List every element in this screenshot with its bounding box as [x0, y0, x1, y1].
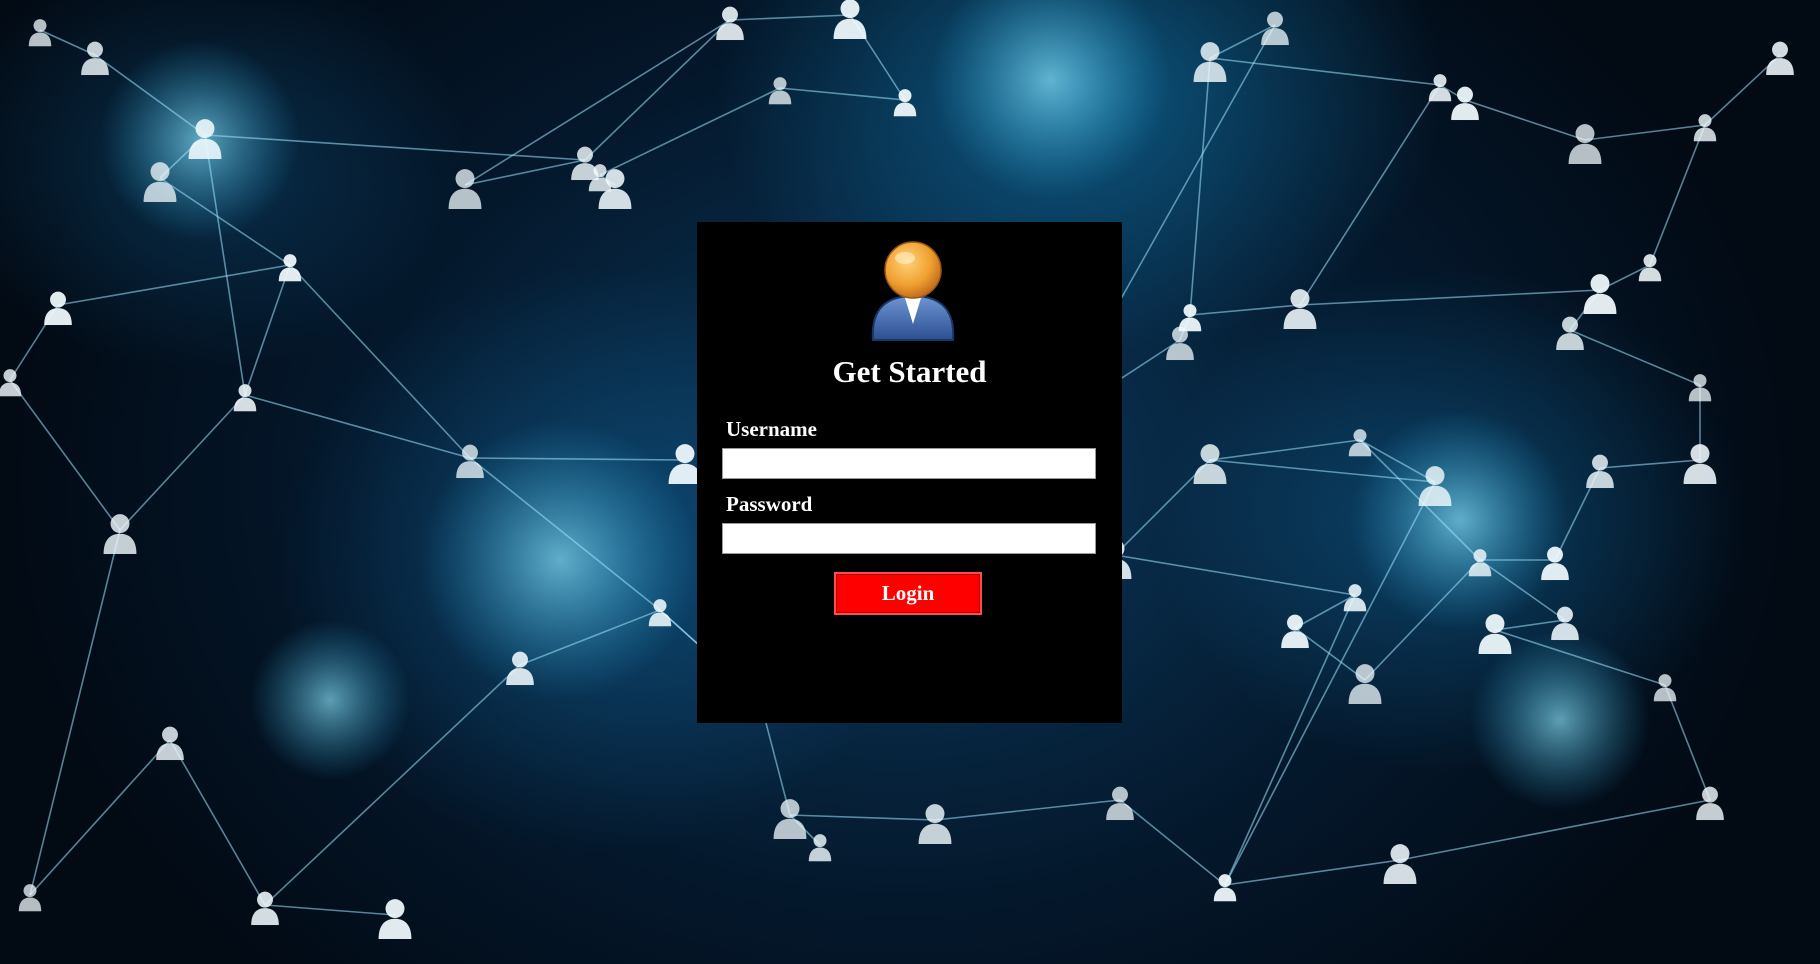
- person-node-icon: [1638, 254, 1662, 282]
- network-link: [244, 264, 291, 396]
- person-node-icon: [893, 89, 917, 117]
- network-glow: [1470, 630, 1650, 810]
- network-link: [1114, 554, 1356, 596]
- network-link: [464, 19, 731, 186]
- person-node-icon: [44, 291, 72, 326]
- network-link: [1299, 289, 1601, 306]
- network-link: [1209, 439, 1361, 461]
- network-link: [789, 814, 936, 821]
- network-link: [934, 799, 1121, 821]
- person-node-icon: [81, 41, 109, 76]
- password-label: Password: [726, 492, 813, 516]
- person-node-icon: [1383, 844, 1417, 884]
- person-node-icon: [1428, 74, 1452, 102]
- person-node-icon: [1683, 444, 1717, 484]
- username-label: Username: [726, 417, 817, 441]
- person-node-icon: [278, 254, 302, 282]
- network-glow: [420, 420, 700, 700]
- network-link: [464, 159, 586, 186]
- person-node-icon: [1348, 664, 1382, 704]
- person-node-icon: [18, 884, 42, 912]
- network-link: [584, 19, 731, 161]
- network-link: [1294, 594, 1356, 629]
- network-link: [29, 739, 171, 896]
- person-node-icon: [1766, 41, 1794, 76]
- person-node-icon: [448, 169, 482, 209]
- person-node-icon: [1193, 444, 1227, 484]
- person-node-icon: [833, 0, 867, 39]
- network-link: [1119, 799, 1226, 886]
- person-node-icon: [768, 77, 792, 105]
- network-link: [264, 904, 396, 916]
- login-button[interactable]: Login: [834, 572, 982, 615]
- network-link: [1649, 124, 1706, 266]
- person-node-icon: [0, 369, 22, 397]
- network-link: [599, 87, 781, 176]
- network-link: [1569, 329, 1701, 386]
- network-link: [729, 14, 851, 21]
- person-node-icon: [156, 726, 184, 761]
- person-node-icon: [1283, 289, 1317, 329]
- network-link: [779, 87, 906, 101]
- person-node-icon: [103, 514, 137, 554]
- login-panel: Get Started Username Password Login: [697, 222, 1122, 723]
- person-node-icon: [918, 804, 952, 844]
- network-link: [57, 264, 291, 306]
- network-link: [9, 379, 121, 531]
- page-title: Get Started: [832, 354, 987, 389]
- person-node-icon: [1261, 11, 1289, 46]
- network-link: [1224, 481, 1436, 886]
- network-link: [1224, 859, 1401, 886]
- network-glow: [930, 0, 1170, 200]
- network-link: [1189, 304, 1301, 316]
- username-input[interactable]: [722, 448, 1096, 479]
- network-link: [1584, 124, 1706, 141]
- network-link: [1299, 84, 1441, 306]
- person-node-icon: [1568, 124, 1602, 164]
- network-link: [1599, 459, 1701, 469]
- person-node-icon: [1166, 326, 1194, 361]
- person-node-icon: [1193, 42, 1227, 82]
- person-node-icon: [1343, 584, 1367, 612]
- network-link: [289, 264, 471, 459]
- password-input[interactable]: [722, 523, 1096, 554]
- person-node-icon: [773, 799, 807, 839]
- person-node-icon: [716, 6, 744, 41]
- person-node-icon: [378, 899, 412, 939]
- person-node-icon: [1586, 454, 1614, 489]
- network-glow: [1350, 410, 1570, 630]
- network-link: [119, 394, 246, 531]
- person-node-icon: [1348, 429, 1372, 457]
- network-glow: [250, 620, 410, 780]
- network-link: [1664, 684, 1711, 801]
- network-link: [1464, 99, 1586, 141]
- network-link: [1209, 57, 1441, 86]
- network-background: Get Started Username Password Login: [0, 0, 1820, 964]
- person-node-icon: [1653, 674, 1677, 702]
- network-link: [169, 739, 266, 906]
- person-node-icon: [1106, 786, 1134, 821]
- network-link: [1189, 57, 1211, 316]
- network-link: [244, 394, 471, 459]
- person-node-icon: [1688, 374, 1712, 402]
- person-node-icon: [1583, 274, 1617, 314]
- user-avatar-icon: [871, 241, 955, 341]
- person-node-icon: [1281, 614, 1309, 649]
- person-node-icon: [1551, 606, 1579, 641]
- person-node-icon: [1696, 786, 1724, 821]
- network-link: [29, 529, 121, 896]
